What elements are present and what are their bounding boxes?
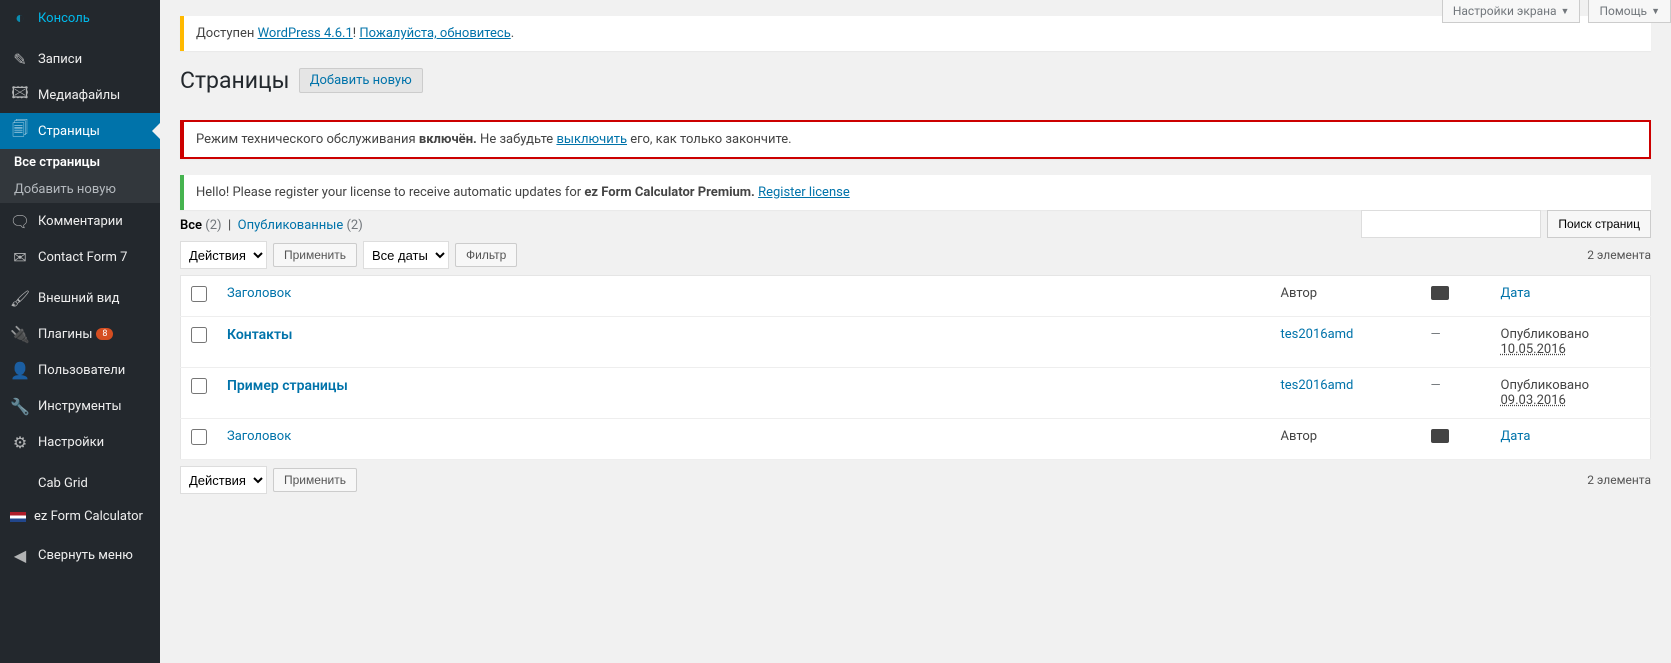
chevron-down-icon: ▼ <box>1561 6 1570 17</box>
sidebar-item-contactform7[interactable]: ✉Contact Form 7 <box>0 239 160 275</box>
sidebar-item-appearance[interactable]: 🖌Внешний вид <box>0 280 160 316</box>
bulk-action-select-bottom[interactable]: Действия <box>180 466 267 494</box>
col-comments-foot[interactable] <box>1421 419 1491 460</box>
sliders-icon: ⚙ <box>10 432 30 452</box>
sidebar-item-comments[interactable]: 🗨Комментарии <box>0 203 160 239</box>
mail-icon: ✉ <box>10 247 30 267</box>
col-date-foot[interactable]: Дата <box>1491 419 1651 460</box>
gauge-icon: ◐ <box>10 8 30 28</box>
row-date: 09.03.2016 <box>1501 393 1566 408</box>
register-license-link[interactable]: Register license <box>758 185 850 200</box>
screen-options-button[interactable]: Настройки экрана▼ <box>1442 0 1581 23</box>
row-checkbox[interactable] <box>191 378 207 394</box>
disable-maintenance-link[interactable]: выключить <box>556 132 627 147</box>
bulk-action-select[interactable]: Действия <box>180 241 267 269</box>
sidebar-item-ezform[interactable]: ez Form Calculator <box>0 501 160 532</box>
search-input[interactable] <box>1361 210 1541 238</box>
table-row: Контакты tes2016amd — Опубликовано10.05.… <box>181 317 1651 368</box>
submenu-add-new[interactable]: Добавить новую <box>0 176 160 203</box>
col-title[interactable]: Заголовок <box>217 276 1271 317</box>
plug-icon: 🔌 <box>10 324 30 344</box>
collapse-icon: ◀ <box>10 545 30 565</box>
blank-icon <box>10 473 30 493</box>
col-author: Автор <box>1271 276 1421 317</box>
chevron-down-icon: ▼ <box>1651 6 1660 17</box>
row-date: 10.05.2016 <box>1501 342 1566 357</box>
top-right-buttons: Настройки экрана▼ Помощь▼ <box>1442 0 1671 23</box>
sidebar-collapse[interactable]: ◀Свернуть меню <box>0 537 160 573</box>
search-button[interactable]: Поиск страниц <box>1547 210 1651 238</box>
media-icon: 🖾 <box>10 85 30 105</box>
comment-bubble-icon <box>1431 429 1449 443</box>
row-author-link[interactable]: tes2016amd <box>1281 327 1354 342</box>
ezform-icon <box>10 512 26 522</box>
table-row: Пример страницы tes2016amd — Опубликован… <box>181 368 1651 419</box>
sidebar-item-settings[interactable]: ⚙Настройки <box>0 424 160 460</box>
col-date[interactable]: Дата <box>1491 276 1651 317</box>
row-comments: — <box>1431 327 1441 342</box>
sidebar-item-plugins[interactable]: 🔌Плагины8 <box>0 316 160 352</box>
filter-button[interactable]: Фильтр <box>455 243 517 267</box>
page-title: Страницы <box>180 67 290 94</box>
sidebar-item-media[interactable]: 🖾Медиафайлы <box>0 77 160 113</box>
tablenav-top: Действия Применить Все даты Фильтр 2 эле… <box>180 241 1651 269</box>
please-update-link[interactable]: Пожалуйста, обновитесь <box>359 26 510 41</box>
col-title-foot[interactable]: Заголовок <box>217 419 1271 460</box>
update-notice: Доступен WordPress 4.6.1! Пожалуйста, об… <box>180 16 1651 51</box>
col-comments[interactable] <box>1421 276 1491 317</box>
add-new-button[interactable]: Добавить новую <box>299 68 423 93</box>
select-all-bottom[interactable] <box>191 429 207 445</box>
select-all-top[interactable] <box>191 286 207 302</box>
pages-table: Заголовок Автор Дата Контакты tes2016amd… <box>180 275 1651 460</box>
row-checkbox[interactable] <box>191 327 207 343</box>
apply-bulk-button-bottom[interactable]: Применить <box>273 468 357 492</box>
help-button[interactable]: Помощь▼ <box>1588 0 1671 23</box>
sidebar-item-cabgrid[interactable]: Cab Grid <box>0 465 160 501</box>
main-content: Настройки экрана▼ Помощь▼ Доступен WordP… <box>160 0 1671 663</box>
row-status: Опубликовано <box>1501 327 1590 342</box>
filter-published[interactable]: Опубликованные <box>238 218 344 233</box>
pin-icon: ✎ <box>10 49 30 69</box>
col-author-foot: Автор <box>1271 419 1421 460</box>
sidebar-item-posts[interactable]: ✎Записи <box>0 41 160 77</box>
sidebar-item-pages[interactable]: 🗐Страницы <box>0 113 160 149</box>
page-icon: 🗐 <box>10 121 30 141</box>
items-count-top: 2 элемента <box>1587 248 1651 262</box>
admin-sidebar: ◐Консоль ✎Записи 🖾Медиафайлы 🗐Страницы В… <box>0 0 160 663</box>
submenu-all-pages[interactable]: Все страницы <box>0 149 160 176</box>
brush-icon: 🖌 <box>10 288 30 308</box>
filter-all[interactable]: Все <box>180 218 202 233</box>
wrench-icon: 🔧 <box>10 396 30 416</box>
apply-bulk-button[interactable]: Применить <box>273 243 357 267</box>
row-title-link[interactable]: Контакты <box>227 327 292 343</box>
wordpress-version-link[interactable]: WordPress 4.6.1 <box>258 26 353 41</box>
row-status: Опубликовано <box>1501 378 1590 393</box>
pages-submenu: Все страницы Добавить новую <box>0 149 160 203</box>
maintenance-notice: Режим технического обслуживания включён.… <box>180 120 1651 159</box>
row-title-link[interactable]: Пример страницы <box>227 378 348 394</box>
sidebar-item-console[interactable]: ◐Консоль <box>0 0 160 36</box>
row-comments: — <box>1431 378 1441 393</box>
sidebar-item-users[interactable]: 👤Пользователи <box>0 352 160 388</box>
comment-bubble-icon <box>1431 286 1449 300</box>
row-author-link[interactable]: tes2016amd <box>1281 378 1354 393</box>
sidebar-item-tools[interactable]: 🔧Инструменты <box>0 388 160 424</box>
date-filter-select[interactable]: Все даты <box>363 241 449 269</box>
comment-icon: 🗨 <box>10 211 30 231</box>
plugin-update-badge: 8 <box>96 328 113 340</box>
tablenav-bottom: Действия Применить 2 элемента <box>180 466 1651 494</box>
items-count-bottom: 2 элемента <box>1587 473 1651 487</box>
search-box: Поиск страниц <box>1361 210 1651 238</box>
license-notice: Hello! Please register your license to r… <box>180 175 1651 210</box>
user-icon: 👤 <box>10 360 30 380</box>
